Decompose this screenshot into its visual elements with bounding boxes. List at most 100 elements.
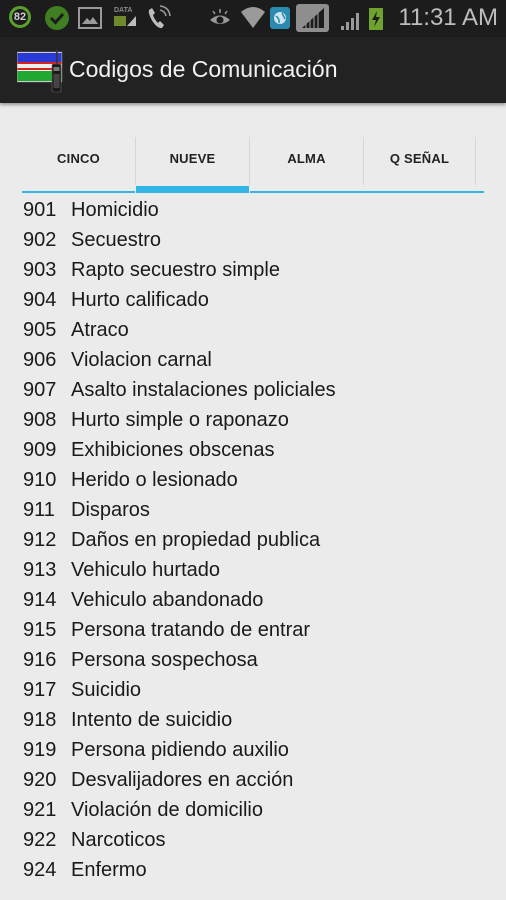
code-number: 919 (23, 739, 57, 761)
code-number: 917 (23, 679, 57, 701)
code-description: Persona pidiendo auxilio (71, 739, 289, 761)
code-number: 901 (23, 199, 57, 221)
code-description: Violación de domicilio (71, 799, 263, 821)
code-number: 915 (23, 619, 57, 641)
list-item[interactable]: 913 Vehiculo hurtado (23, 555, 493, 585)
code-number: 908 (23, 409, 57, 431)
code-number: 909 (23, 439, 57, 461)
data-label: DATA (114, 7, 132, 14)
list-item[interactable]: 915 Persona tratando de entrar (23, 615, 493, 645)
code-description: Disparos (71, 499, 150, 521)
code-description: Daños en propiedad publica (71, 529, 321, 551)
list-item[interactable]: 914 Vehiculo abandonado (23, 585, 493, 615)
action-bar: Codigos de Comunicación (0, 37, 506, 103)
list-item[interactable]: 908 Hurto simple o raponazo (23, 405, 493, 435)
code-description: Rapto secuestro simple (71, 259, 280, 281)
code-number: 912 (23, 529, 57, 551)
list-item[interactable]: 917 Suicidio (23, 675, 493, 705)
tab-indicator (250, 191, 363, 193)
code-description: Atraco (71, 319, 129, 341)
list-item[interactable]: 902 Secuestro (23, 225, 493, 255)
code-description: Homicidio (71, 199, 159, 221)
list-item[interactable]: 919 Persona pidiendo auxilio (23, 735, 493, 765)
tab-bar: CINCO NUEVE ALMA Q SEÑAL (22, 137, 484, 193)
code-description: Vehiculo hurtado (71, 559, 221, 581)
code-description: Asalto instalaciones policiales (71, 379, 336, 401)
list-item[interactable]: 904 Hurto calificado (23, 285, 493, 315)
code-number: 913 (23, 559, 57, 581)
image-icon (78, 7, 102, 29)
list-item[interactable]: 905 Atraco (23, 315, 493, 345)
clock: 11:31 AM (398, 4, 498, 31)
tab-indicator (363, 191, 476, 193)
wifi-icon (240, 4, 266, 32)
code-number: 907 (23, 379, 57, 401)
code-description: Suicidio (71, 679, 142, 701)
code-description: Persona sospechosa (71, 649, 258, 671)
code-description: Intento de suicidio (71, 709, 233, 731)
code-description: Narcoticos (71, 829, 166, 851)
tab-indicator-selected (136, 186, 249, 193)
list-item[interactable]: 912 Daños en propiedad publica (23, 525, 493, 555)
code-description: Desvalijadores en acción (71, 769, 294, 791)
list-item[interactable]: 922 Narcoticos (23, 825, 493, 855)
code-number: 911 (23, 499, 55, 521)
code-description: Vehiculo abandonado (71, 589, 264, 611)
code-number: 916 (23, 649, 57, 671)
list-item[interactable]: 921 Violación de domicilio (23, 795, 493, 825)
code-number: 904 (23, 289, 57, 311)
data-icon: DATA (113, 4, 137, 30)
list-item[interactable]: 903 Rapto secuestro simple (23, 255, 493, 285)
globe-icon (270, 7, 290, 29)
list-item[interactable]: 916 Persona sospechosa (23, 645, 493, 675)
check-icon (45, 6, 69, 30)
app-title: Codigos de Comunicación (69, 56, 338, 82)
tab-alma[interactable]: ALMA (250, 137, 363, 193)
tab-label: NUEVE (169, 151, 216, 166)
code-number: 921 (23, 799, 57, 821)
list-item[interactable]: 906 Violacion carnal (23, 345, 493, 375)
code-description: Enfermo (71, 859, 147, 881)
tab-nueve[interactable]: NUEVE (136, 137, 249, 193)
tab-overflow[interactable] (476, 137, 484, 193)
list-item[interactable]: 910 Herido o lesionado (23, 465, 493, 495)
list-item[interactable]: 911 Disparos (23, 495, 493, 525)
code-description: Persona tratando de entrar (71, 619, 311, 641)
tab-label: CINCO (57, 151, 100, 166)
phone-icon (145, 4, 171, 32)
code-description: Exhibiciones obscenas (71, 439, 275, 461)
code-number: 903 (23, 259, 57, 281)
tab-label: ALMA (287, 151, 326, 166)
code-number: 902 (23, 229, 57, 251)
tab-cinco[interactable]: CINCO (22, 137, 135, 193)
tab-q-senal[interactable]: Q SEÑAL (363, 137, 476, 193)
tab-label: Q SEÑAL (389, 151, 450, 166)
code-description: Violacion carnal (71, 349, 212, 371)
signal-strength-icon (296, 4, 329, 32)
list-item[interactable]: 907 Asalto instalaciones policiales (23, 375, 493, 405)
list-item[interactable]: 924 Enfermo (23, 855, 493, 885)
list-item[interactable]: 920 Desvalijadores en acción (23, 765, 493, 795)
code-description: Secuestro (71, 229, 162, 251)
list-item[interactable]: 918 Intento de suicidio (23, 705, 493, 735)
code-description: Hurto calificado (71, 289, 209, 311)
eye-icon (208, 7, 232, 29)
code-number: 906 (23, 349, 57, 371)
list-item[interactable]: 909 Exhibiciones obscenas (23, 435, 493, 465)
code-number: 922 (23, 829, 57, 851)
tab-indicator (22, 191, 135, 193)
code-number: 905 (23, 319, 57, 341)
charging-battery-icon (369, 8, 383, 30)
battery-level-icon: 82 (9, 6, 31, 28)
code-description: Herido o lesionado (71, 469, 238, 491)
code-description: Hurto simple o raponazo (71, 409, 289, 431)
code-number: 920 (23, 769, 57, 791)
code-number: 924 (23, 859, 57, 881)
signal-icon (339, 10, 363, 30)
code-number: 914 (23, 589, 57, 611)
flag-radio-icon[interactable] (16, 49, 65, 93)
code-list[interactable]: 901 Homicidio 902 Secuestro 903 Rapto secuest… (23, 195, 493, 885)
tab-indicator (476, 191, 484, 193)
status-bar: 82 DATA 11:31 AM (0, 0, 506, 37)
list-item[interactable]: 901 Homicidio (23, 195, 493, 225)
